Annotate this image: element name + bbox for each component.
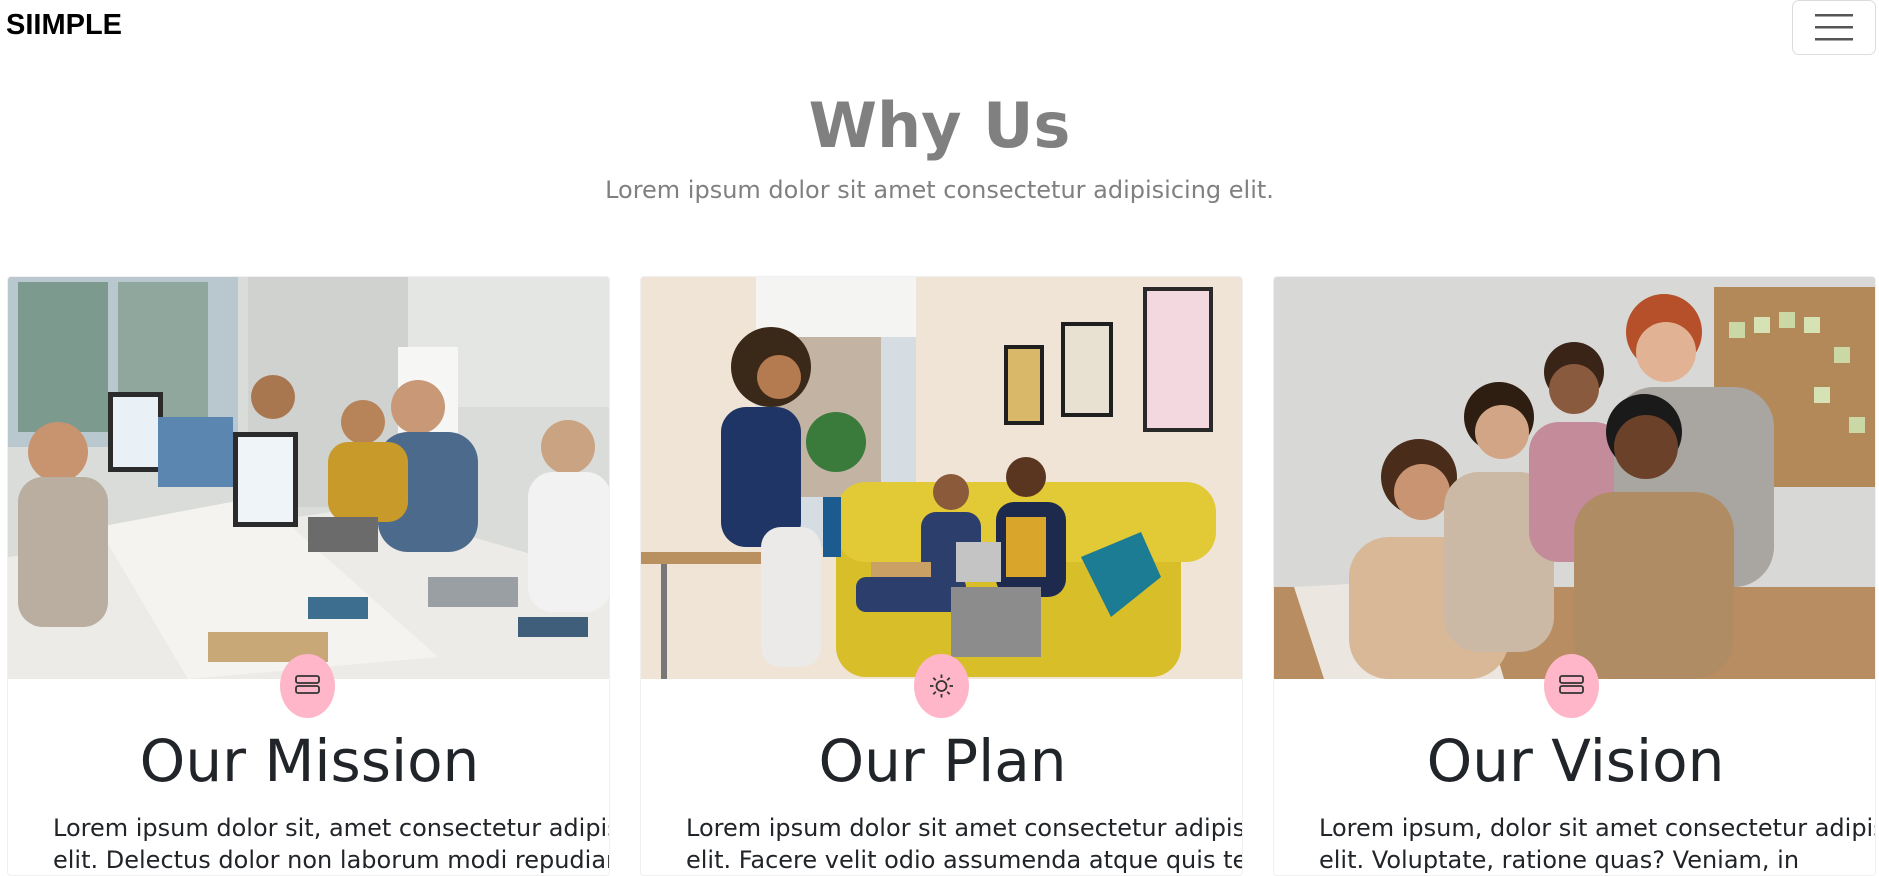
card-text-line: Lorem ipsum, dolor sit amet consectetur … [1319, 814, 1875, 842]
card-image-team-laptop [1274, 277, 1875, 679]
card-image-office [8, 277, 609, 679]
card-text-line: elit. Facere velit odio assumenda atque … [686, 846, 1242, 874]
card-our-plan: Our Plan Lorem ipsum dolor sit amet cons… [640, 276, 1243, 876]
card-text-line: elit. Voluptate, ratione quas? Veniam, i… [1319, 846, 1800, 874]
card-text-line: elit. Delectus dolor non laborum modi re… [53, 846, 610, 874]
card-icon-badge [1544, 654, 1599, 718]
card-title: Our Vision [1426, 727, 1725, 795]
navbar: SIIMPLE [0, 0, 1879, 60]
card-title: Our Mission [139, 727, 480, 795]
sun-icon [930, 674, 953, 698]
card-icon-badge [914, 654, 969, 718]
menu-toggle-button[interactable] [1792, 0, 1876, 55]
card-our-vision: Our Vision Lorem ipsum, dolor sit amet c… [1273, 276, 1876, 876]
section-title: Why Us [808, 89, 1071, 162]
hamburger-menu-icon [1815, 14, 1853, 41]
card-our-mission: Our Mission Lorem ipsum dolor sit, amet … [7, 276, 610, 876]
section-subtitle: Lorem ipsum dolor sit amet consectetur a… [605, 176, 1274, 204]
server-stack-icon [295, 675, 320, 694]
card-text-line: Lorem ipsum dolor sit amet consectetur a… [686, 814, 1243, 842]
card-icon-badge [280, 654, 335, 718]
server-stack-icon [1559, 675, 1584, 694]
card-title: Our Plan [818, 727, 1067, 795]
card-text-line: Lorem ipsum dolor sit, amet consectetur … [53, 814, 609, 842]
card-image-team-sofa [641, 277, 1242, 679]
brand-logo[interactable]: SIIMPLE [6, 8, 122, 42]
